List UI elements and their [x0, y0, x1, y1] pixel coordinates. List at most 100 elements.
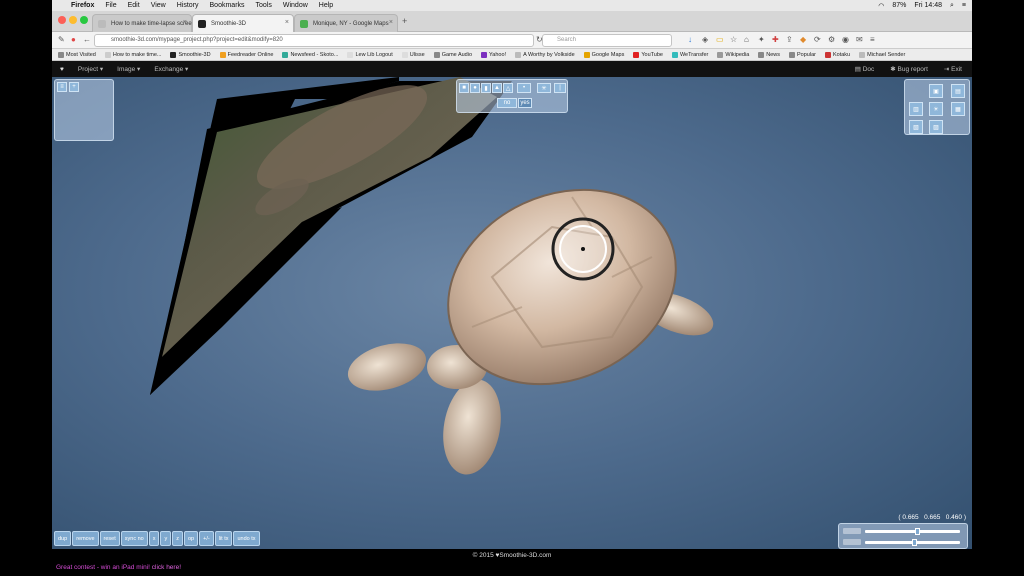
sync-icon[interactable]: ⟳ — [814, 35, 821, 45]
doc-link[interactable]: ▤ Doc — [855, 65, 875, 73]
add-icon[interactable]: + — [69, 82, 79, 92]
op-button[interactable]: op — [183, 531, 199, 546]
menu-icon[interactable]: ≡ — [57, 82, 67, 92]
cylinder-tool-icon[interactable]: ▮ — [481, 83, 491, 93]
bookmark-item[interactable]: Popular — [789, 51, 816, 58]
toggle-no[interactable]: no — [497, 98, 517, 108]
minimize-window-icon[interactable] — [69, 16, 77, 24]
view-left-icon[interactable]: ▥ — [909, 102, 923, 116]
menu-bookmarks[interactable]: Bookmarks — [210, 2, 245, 9]
user-icon[interactable]: ◉ — [842, 35, 849, 45]
bookmark-item[interactable]: Ulisse — [401, 51, 425, 58]
slider-track[interactable] — [865, 538, 960, 546]
menu-tools[interactable]: Tools — [256, 2, 272, 9]
menu-exchange[interactable]: Exchange ▾ — [154, 65, 188, 73]
pin-tool-icon[interactable]: | — [554, 83, 566, 93]
bookmark-item[interactable]: Smoothie-3D — [170, 51, 211, 58]
view-image-icon[interactable]: ▨ — [929, 120, 943, 134]
battery-level[interactable]: 87% — [892, 2, 906, 9]
promo-link[interactable]: click here! — [152, 564, 181, 571]
bookmark-item[interactable]: Kotaku — [824, 51, 850, 58]
feed-icon[interactable]: ◆ — [800, 35, 806, 45]
view-right-icon[interactable]: ▦ — [951, 102, 965, 116]
share-icon[interactable]: ⇪ — [786, 35, 793, 45]
reset-button[interactable]: reset — [99, 531, 120, 546]
hamburger-menu-icon[interactable]: ≡ — [870, 35, 875, 45]
addon-icon[interactable]: ✚ — [772, 35, 779, 45]
square-tool-icon[interactable]: ■ — [459, 83, 469, 93]
bookmark-item[interactable]: Michael Sender — [859, 51, 905, 58]
slider-knob[interactable] — [914, 527, 920, 535]
bookmark-item[interactable]: Game Audio — [433, 51, 472, 58]
bookmark-item[interactable]: Yahoo! — [481, 51, 506, 58]
slider-track[interactable] — [865, 527, 960, 535]
dup-button[interactable]: dup — [54, 531, 72, 546]
tab-google-maps[interactable]: Monique, NY - Google Maps × — [294, 14, 398, 32]
3d-viewport[interactable]: ≡ + ■ ● ▮ ▲ △ • ✳ | no yes ▣ ▤ ▥ ☀ ▦ ▧ ▨ — [52, 77, 972, 549]
bookmark-item[interactable]: News — [758, 51, 780, 58]
menu-window[interactable]: Window — [283, 2, 308, 9]
bookmark-item[interactable]: Lew Lib Logout — [347, 51, 393, 58]
stop-icon[interactable]: ● — [71, 35, 76, 45]
z-axis-button[interactable]: z — [172, 531, 183, 546]
search-icon[interactable]: ⌕ — [950, 2, 954, 10]
bookmark-item[interactable]: YouTube — [633, 51, 663, 58]
url-bar[interactable]: smoothie-3d.com/mypage_project.php?proje… — [94, 34, 534, 47]
extension-icon[interactable]: ✦ — [758, 35, 765, 45]
close-tab-icon[interactable]: × — [389, 19, 393, 26]
new-tab-icon[interactable]: + — [402, 16, 407, 26]
menu-view[interactable]: View — [151, 2, 166, 9]
close-window-icon[interactable] — [58, 16, 66, 24]
back-icon[interactable]: ← — [83, 35, 91, 45]
exit-link[interactable]: ⇥ Exit — [944, 65, 962, 73]
menu-file[interactable]: File — [105, 2, 116, 9]
bookmark-item[interactable]: WeTransfer — [671, 51, 708, 58]
pyramid-tool-icon[interactable]: △ — [503, 83, 513, 93]
zoom-window-icon[interactable] — [80, 16, 88, 24]
tab-smoothie[interactable]: Smoothie-3D × — [192, 14, 294, 32]
list-icon[interactable]: ≡ — [962, 2, 966, 9]
menu-edit[interactable]: Edit — [128, 2, 140, 9]
circle-tool-icon[interactable]: ● — [470, 83, 480, 93]
tab-time-lapse[interactable]: How to make time-lapse screen... × — [92, 14, 200, 32]
menu-image[interactable]: Image ▾ — [117, 65, 140, 73]
view-bottom-icon[interactable]: ▧ — [909, 120, 923, 134]
bookmark-item[interactable]: How to make time... — [104, 51, 161, 58]
x-axis-button[interactable]: x — [148, 531, 160, 546]
wifi-icon[interactable]: ◠ — [878, 2, 884, 10]
bug-report-link[interactable]: ✱ Bug report — [890, 65, 928, 73]
search-input[interactable]: Search — [542, 34, 672, 47]
chat-icon[interactable]: ✉ — [856, 35, 863, 45]
dot-tool-icon[interactable]: • — [517, 83, 531, 93]
bookmark-item[interactable]: Wikipedia — [717, 51, 749, 58]
home-icon[interactable]: ⌂ — [744, 35, 749, 45]
pocket-icon[interactable]: ◈ — [702, 35, 708, 45]
plus-minus-button[interactable]: +/- — [199, 531, 214, 546]
view-side-icon[interactable]: ▤ — [951, 84, 965, 98]
folder-icon[interactable]: ▭ — [716, 35, 724, 45]
menu-project[interactable]: Project ▾ — [78, 65, 103, 73]
bookmark-item[interactable]: Feedreader Online — [219, 51, 273, 58]
remove-button[interactable]: remove — [72, 531, 99, 546]
bookmark-item[interactable]: Newsfeed - Skoto... — [282, 51, 338, 58]
close-tab-icon[interactable]: × — [183, 19, 187, 26]
undo-tx-button[interactable]: undo tx — [233, 531, 260, 546]
download-icon[interactable]: ↓ — [688, 35, 692, 45]
bookmark-item[interactable]: A Worthy by Volkside — [515, 51, 575, 58]
menu-help[interactable]: Help — [319, 2, 333, 9]
bookmark-item[interactable]: Google Maps — [583, 51, 624, 58]
bookmark-item[interactable]: Most Visited — [58, 51, 96, 58]
cone-tool-icon[interactable]: ▲ — [492, 83, 502, 93]
sync-button[interactable]: sync no — [120, 531, 148, 546]
sun-light-icon[interactable]: ☀ — [929, 102, 943, 116]
bookmark-star-icon[interactable]: ☆ — [730, 35, 737, 45]
menu-firefox[interactable]: Firefox — [71, 2, 94, 9]
tools-icon[interactable]: ✎ — [58, 35, 65, 45]
light-tool-icon[interactable]: ✳ — [537, 83, 551, 93]
clock[interactable]: Fri 14:48 — [914, 2, 942, 9]
view-front-icon[interactable]: ▣ — [929, 84, 943, 98]
slider-knob[interactable] — [911, 538, 917, 546]
scene-canvas[interactable] — [52, 77, 972, 549]
y-axis-button[interactable]: y — [160, 531, 172, 546]
lit-tx-button[interactable]: lit tx — [214, 531, 233, 546]
